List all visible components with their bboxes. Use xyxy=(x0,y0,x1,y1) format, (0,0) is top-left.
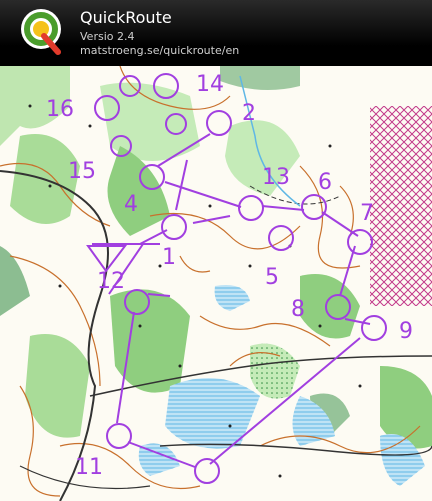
course-leg xyxy=(164,181,242,208)
control-number-14: 14 xyxy=(196,72,224,97)
control-circle xyxy=(194,458,220,484)
app-title: QuickRoute xyxy=(80,8,172,27)
control-number-15: 15 xyxy=(68,159,96,184)
control-number-4: 4 xyxy=(124,192,138,217)
control-circle-7 xyxy=(347,229,373,255)
map-canvas[interactable]: 1 2 4 5 6 7 8 9 11 12 13 14 15 16 xyxy=(0,66,432,501)
control-circle-9 xyxy=(361,315,387,341)
control-number-5: 5 xyxy=(265,265,279,290)
orienteering-map[interactable]: 1 2 4 5 6 7 8 9 11 12 13 14 15 16 xyxy=(0,66,432,501)
control-circle-1 xyxy=(161,214,187,240)
control-number-12: 12 xyxy=(97,269,125,294)
control-number-1: 1 xyxy=(162,245,176,270)
control-circle-11 xyxy=(106,423,132,449)
version-label: Versio 2.4 xyxy=(80,30,135,43)
control-number-6: 6 xyxy=(318,170,332,195)
course-leg xyxy=(261,205,305,211)
control-circle-13 xyxy=(238,195,264,221)
control-number-2: 2 xyxy=(242,101,256,126)
course-leg xyxy=(175,159,188,211)
control-circle-2 xyxy=(206,110,232,136)
control-number-8: 8 xyxy=(291,297,305,322)
control-number-9: 9 xyxy=(399,319,413,344)
control-number-7: 7 xyxy=(360,201,374,226)
control-number-11: 11 xyxy=(75,455,103,480)
quickroute-logo-icon xyxy=(21,9,61,55)
out-of-bounds-area xyxy=(370,106,432,306)
website-url[interactable]: matstroeng.se/quickroute/en xyxy=(80,44,239,58)
app-window: QuickRoute Versio 2.4 matstroeng.se/quic… xyxy=(0,0,432,501)
app-header: QuickRoute Versio 2.4 matstroeng.se/quic… xyxy=(0,0,432,66)
control-number-16: 16 xyxy=(46,97,74,122)
control-number-13: 13 xyxy=(262,165,290,190)
control-circle-5 xyxy=(268,225,294,251)
